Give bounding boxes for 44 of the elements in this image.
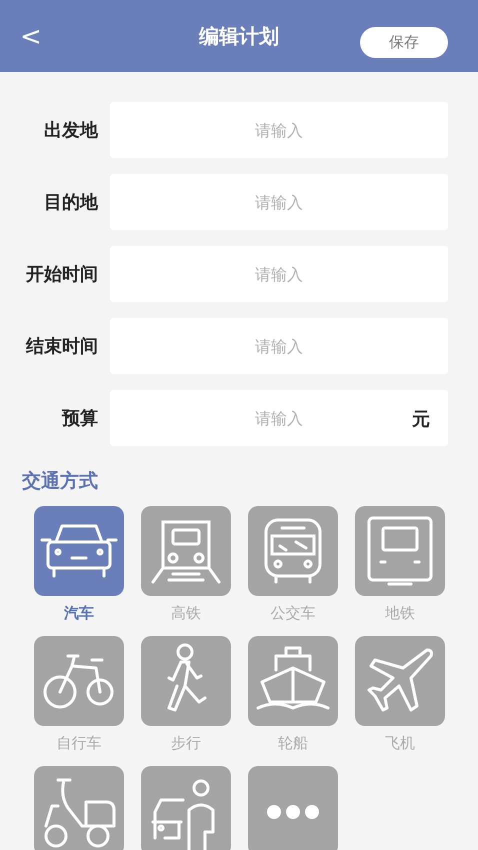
page-title: 编辑计划 xyxy=(199,22,279,50)
field-label: 出发地 xyxy=(43,119,99,142)
plane-icon xyxy=(368,648,433,712)
transport-option[interactable] xyxy=(141,766,231,850)
transport-option[interactable] xyxy=(141,506,231,596)
unit-label: 元 xyxy=(412,408,430,431)
option-label: 高铁 xyxy=(171,603,201,624)
option-label: 自行车 xyxy=(56,733,102,754)
transport-option[interactable] xyxy=(248,766,338,850)
option-label: 步行 xyxy=(171,733,201,754)
train-icon xyxy=(152,520,220,584)
bicycle-icon xyxy=(44,654,114,708)
option-label: 轮船 xyxy=(278,733,308,754)
option-label: 汽车 xyxy=(64,603,94,624)
transport-option[interactable] xyxy=(141,636,231,726)
walk-icon xyxy=(168,644,206,712)
input-field[interactable]: 请输入 xyxy=(110,318,448,374)
save-button[interactable]: 保存 xyxy=(360,27,448,58)
transport-option[interactable] xyxy=(34,636,124,726)
person-car-icon xyxy=(152,780,214,850)
car-icon xyxy=(40,524,118,578)
more-icon xyxy=(267,805,319,819)
field-label: 结束时间 xyxy=(24,335,99,358)
input-field[interactable]: 请输入 xyxy=(110,246,448,302)
input-field[interactable]: 请输入 xyxy=(110,102,448,158)
transport-option[interactable] xyxy=(34,766,124,850)
transport-option[interactable] xyxy=(355,506,445,596)
field-label: 目的地 xyxy=(43,191,99,214)
subway-icon xyxy=(368,516,432,586)
transport-option[interactable] xyxy=(248,636,338,726)
input-field[interactable]: 请输入 xyxy=(110,174,448,230)
field-label: 开始时间 xyxy=(25,263,99,286)
transport-option[interactable] xyxy=(248,506,338,596)
back-button[interactable]: < xyxy=(20,24,42,50)
field-label: 预算 xyxy=(60,407,99,430)
section-title: 交通方式 xyxy=(22,469,99,494)
transport-option[interactable] xyxy=(34,506,124,596)
bus-icon xyxy=(264,518,322,584)
scooter-icon xyxy=(44,778,116,848)
ship-icon xyxy=(256,646,330,710)
transport-option[interactable] xyxy=(355,636,445,726)
option-label: 公交车 xyxy=(270,603,316,624)
option-label: 地铁 xyxy=(385,603,415,624)
option-label: 飞机 xyxy=(385,733,415,754)
